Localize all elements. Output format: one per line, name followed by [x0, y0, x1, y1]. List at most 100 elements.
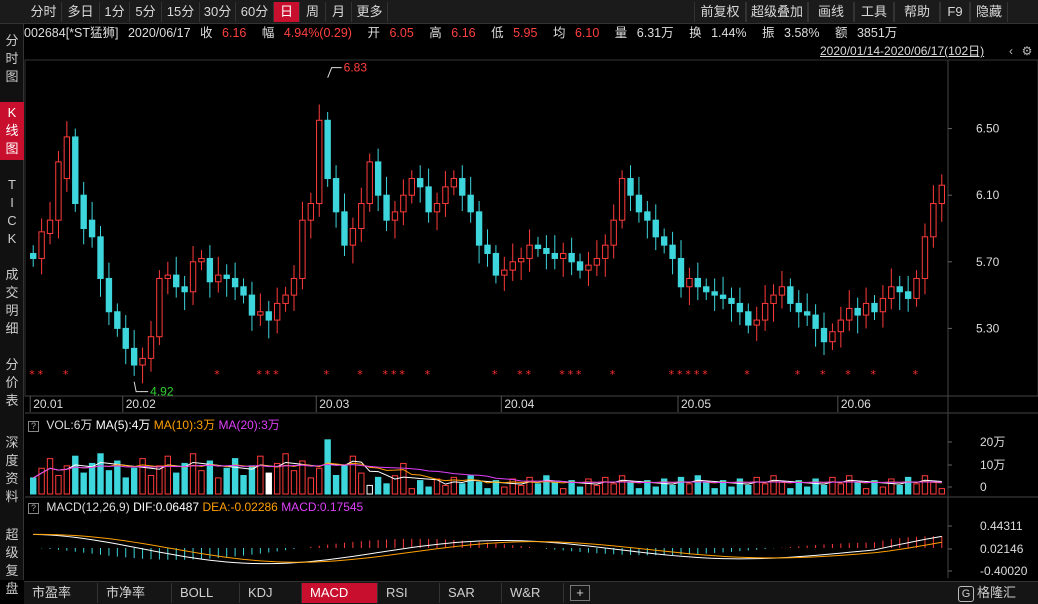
candle-body [610, 219, 617, 246]
candle-body [568, 252, 575, 263]
candle-body [753, 319, 760, 326]
volume-bar [30, 477, 37, 495]
signal-star-icon: * [357, 368, 363, 381]
candle-body [669, 244, 676, 259]
indicator-tab-4[interactable]: MACD [302, 583, 378, 603]
candle-body [231, 277, 239, 288]
high-annotation: 6.83 [344, 61, 368, 75]
signal-star-icon: * [702, 368, 708, 381]
signal-star-icon: * [610, 368, 616, 381]
macd-value-label: MACD:0.17545 [281, 500, 364, 514]
kline-chart[interactable]: 6.50 6.10 5.70 5.30 20.01 20.02 20.03 20.04 20.0… [0, 0, 1038, 580]
candle-body [198, 257, 205, 263]
volume-bar [80, 472, 87, 495]
volume-bar [803, 486, 811, 495]
indicator-tab-3[interactable]: KDJ [240, 583, 302, 603]
volume-bar [173, 472, 180, 495]
candle-body [778, 286, 786, 296]
candle-body [896, 286, 903, 293]
ma20-label: MA(20):3万 [218, 418, 280, 432]
volume-bar [602, 476, 609, 495]
candle-body [215, 274, 222, 283]
candle-body [38, 231, 45, 259]
signal-star-icon: * [273, 368, 279, 381]
candle-body [475, 211, 483, 246]
help-icon[interactable]: ? [28, 503, 39, 514]
signal-star-icon: * [425, 368, 431, 381]
candle-body [728, 297, 735, 304]
candle-body [156, 277, 163, 338]
price-tick-label: 5.70 [976, 255, 1000, 269]
volume-bar [913, 483, 920, 495]
volume-bar [417, 480, 424, 495]
macd-axis-label: 0.44311 [980, 519, 1023, 533]
candle-body [332, 178, 340, 213]
volume-bar [526, 476, 533, 495]
dea-line [33, 533, 942, 563]
candle-body [114, 311, 121, 329]
candle-body [812, 314, 819, 329]
volume-bar [703, 481, 710, 495]
volume-bar [223, 467, 230, 495]
volume-bar [484, 488, 491, 495]
candle-body [181, 286, 188, 293]
signal-star-icon: * [29, 368, 35, 381]
candle-body [417, 178, 424, 188]
candle-body [694, 277, 702, 288]
volume-bar [635, 488, 643, 495]
logo-icon: G [958, 586, 974, 602]
candle-body [686, 277, 693, 288]
signal-star-icon: * [845, 368, 851, 381]
candle-body [105, 277, 113, 313]
signal-star-icon: * [870, 368, 876, 381]
candle-body [130, 347, 138, 366]
help-icon[interactable]: ? [28, 421, 39, 432]
volume-bar [787, 488, 794, 495]
volume-bar [501, 486, 508, 495]
candle-body [273, 302, 281, 321]
signal-star-icon: * [526, 368, 532, 381]
candle-body [265, 311, 272, 321]
candle-body [173, 274, 180, 288]
candle-body [862, 302, 870, 316]
candle-body [223, 274, 230, 279]
candle-body [282, 294, 289, 304]
volume-bar [534, 483, 542, 495]
candle-body [652, 219, 659, 238]
date-tick-label: 20.03 [319, 397, 349, 411]
volume-bar [206, 460, 214, 495]
volume-bar [610, 483, 617, 495]
indicator-tab-6[interactable]: SAR [440, 583, 502, 603]
volume-bar [627, 481, 634, 495]
volume-bar [383, 483, 390, 495]
price-tick-label: 6.10 [976, 188, 1000, 202]
dea-label: DEA:-0.02286 [202, 500, 278, 514]
indicator-tab-1[interactable]: 市净率 [98, 583, 172, 603]
volume-bar [543, 475, 550, 495]
candle-body [240, 286, 247, 296]
candle-body [72, 136, 79, 205]
candle-body [509, 261, 516, 271]
volume-bar [324, 439, 331, 495]
add-indicator-button[interactable]: + [570, 585, 590, 601]
volume-bar [728, 486, 735, 495]
volume-bar [282, 453, 289, 495]
volume-bar [46, 458, 54, 495]
volume-bar [551, 481, 558, 495]
volume-bar [198, 470, 205, 495]
volume-bar [442, 484, 449, 495]
date-tick-label: 20.04 [504, 397, 534, 411]
candle-body [820, 327, 828, 343]
signal-star-icon: * [256, 368, 262, 381]
indicator-tab-7[interactable]: W&R [502, 583, 564, 603]
candle-body [871, 302, 878, 313]
signal-star-icon: * [399, 368, 405, 381]
candle-body [938, 184, 945, 205]
volume-bar [290, 470, 298, 495]
indicator-tab-0[interactable]: 市盈率 [24, 583, 98, 603]
candle-body [88, 219, 96, 238]
indicator-tab-2[interactable]: BOLL [172, 583, 240, 603]
indicator-tab-5[interactable]: RSI [378, 583, 440, 603]
volume-bar [736, 478, 744, 495]
candle-body [63, 136, 71, 180]
